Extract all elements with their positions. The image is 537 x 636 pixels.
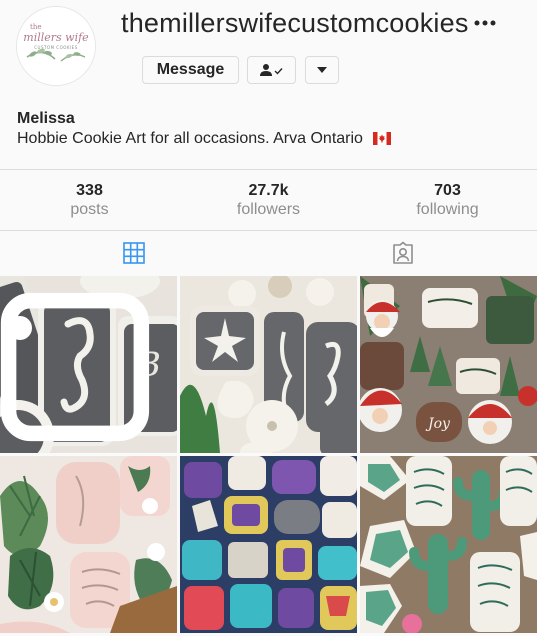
chevron-down-icon (317, 67, 327, 73)
tagged-icon (392, 241, 413, 264)
profile-bio: Hobbie Cookie Art for all occasions. Arv… (17, 130, 392, 148)
posts-grid: B Joy (0, 276, 537, 636)
stat-posts-count: 338 (76, 182, 103, 199)
starfish-cookies-image (180, 276, 357, 453)
profile-full-name: Melissa (17, 110, 75, 127)
stat-posts[interactable]: 338 posts (0, 170, 179, 230)
svg-text:the: the (30, 23, 41, 31)
post-thumbnail[interactable] (360, 456, 537, 633)
tab-tagged[interactable] (269, 231, 537, 275)
avatar-logo-icon: the millers wife CUSTOM COOKIES (17, 7, 95, 85)
message-button[interactable]: Message (142, 56, 239, 84)
profile-header: the millers wife CUSTOM COOKIES themille… (0, 0, 537, 170)
stat-followers-count: 27.7k (248, 182, 289, 199)
profile-username: themillerswifecustomcookies (121, 8, 469, 38)
stat-following[interactable]: 703 following (358, 170, 537, 230)
post-thumbnail[interactable]: Joy (360, 276, 537, 453)
post-thumbnail[interactable]: B (0, 276, 177, 453)
tab-posts-grid[interactable] (0, 231, 269, 275)
profile-stats: 338 posts 27.7k followers 703 following (0, 169, 537, 230)
grid-icon (123, 242, 146, 264)
profile-tabs (0, 230, 537, 275)
christmas-cookies-image: Joy (360, 276, 537, 453)
profile-avatar[interactable]: the millers wife CUSTOM COOKIES (16, 6, 96, 86)
more-options-icon[interactable] (471, 11, 499, 35)
svg-text:Joy: Joy (425, 416, 451, 432)
post-thumbnail[interactable] (180, 456, 357, 633)
svg-text:millers wife: millers wife (23, 31, 89, 44)
cactus-cookies-image (360, 456, 537, 633)
suggested-accounts-dropdown-button[interactable] (305, 56, 339, 84)
bio-text: Hobbie Cookie Art for all occasions. Arv… (17, 130, 363, 147)
leaf-cookies-image (0, 456, 177, 633)
person-check-icon (259, 64, 283, 76)
post-thumbnail[interactable] (180, 276, 357, 453)
post-thumbnail[interactable] (0, 456, 177, 633)
svg-text:CUSTOM COOKIES: CUSTOM COOKIES (34, 45, 78, 50)
following-button[interactable] (247, 56, 296, 84)
canada-flag-icon (373, 132, 392, 145)
stat-posts-label: posts (70, 201, 109, 218)
multiple-photos-icon (0, 292, 150, 442)
stat-followers-label: followers (236, 201, 301, 218)
stat-followers[interactable]: 27.7k followers (179, 170, 358, 230)
stat-following-count: 703 (434, 182, 461, 199)
stat-following-label: following (416, 201, 479, 218)
friends-cookies-image (180, 456, 357, 633)
